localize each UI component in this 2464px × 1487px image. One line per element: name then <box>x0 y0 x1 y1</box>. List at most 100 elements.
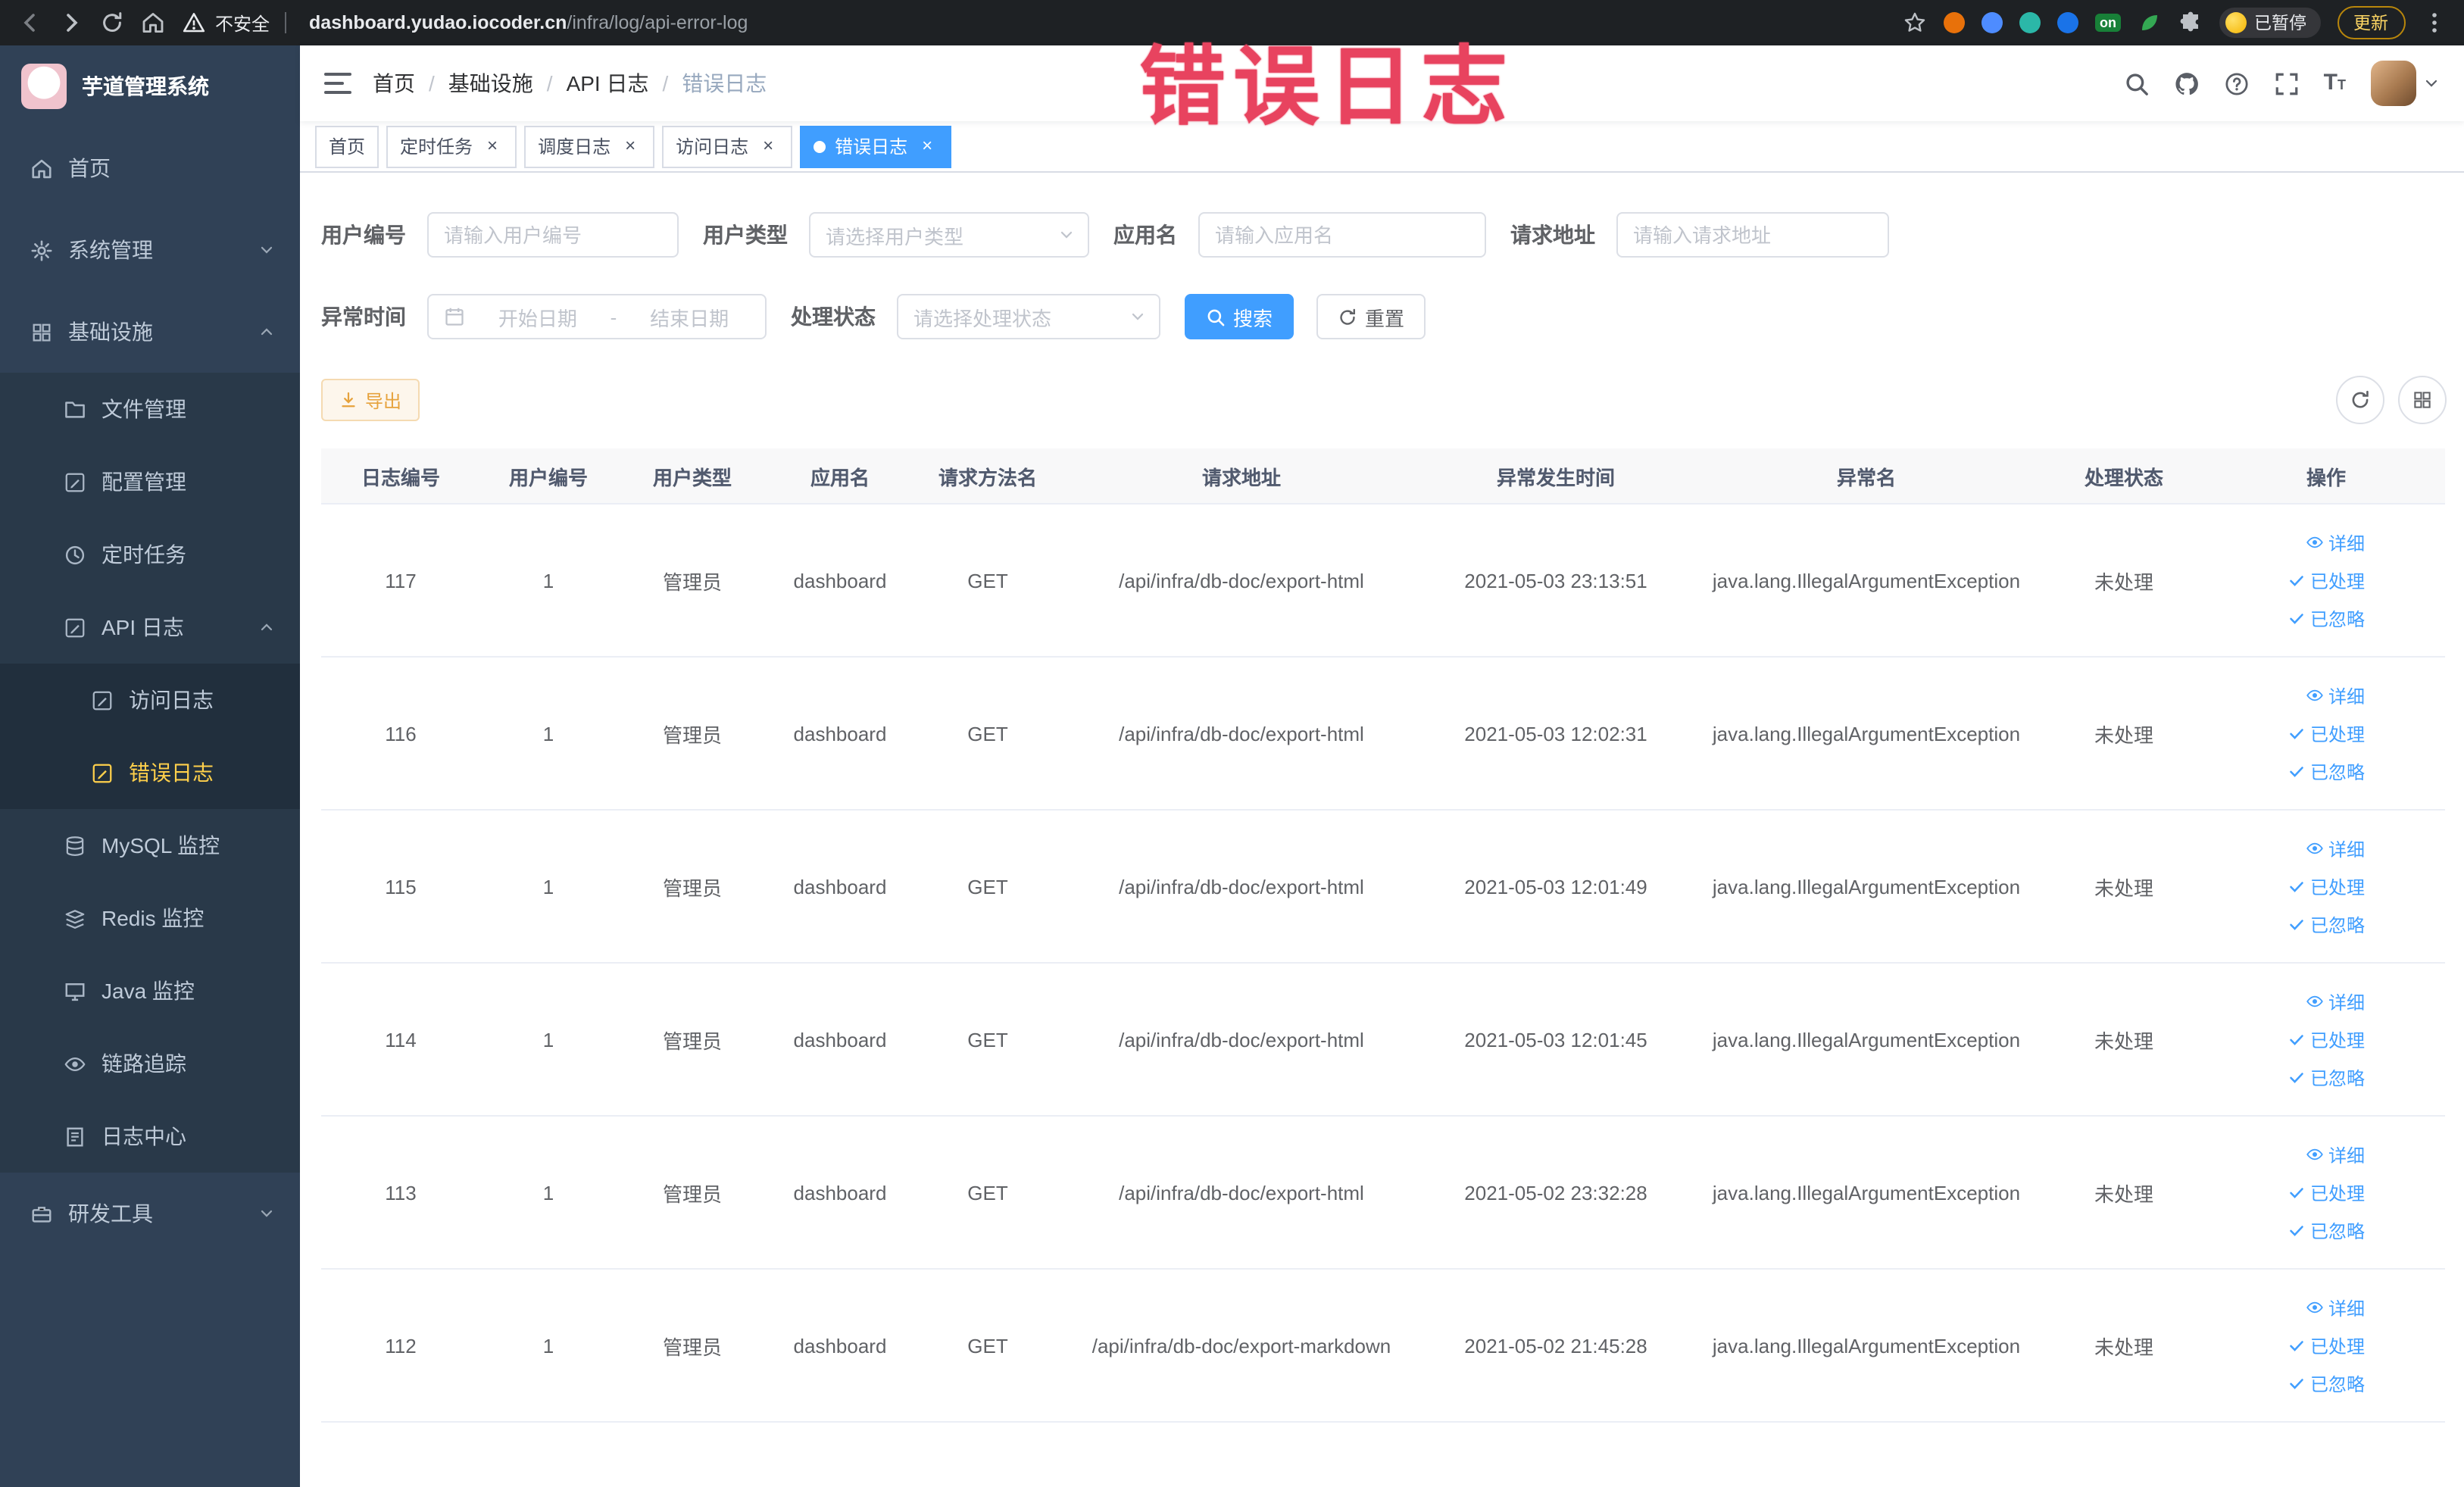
detail-link[interactable]: 详细 <box>2306 836 2365 861</box>
leaf-extension-icon[interactable] <box>2138 11 2162 35</box>
extension-icon-orange[interactable] <box>1944 12 1965 33</box>
address-bar[interactable]: dashboard.yudao.iocoder.cn/infra/log/api… <box>309 12 1886 33</box>
url-domain: dashboard.yudao.iocoder.cn <box>309 12 567 33</box>
mark-processed-link[interactable]: 已处理 <box>2288 1026 2365 1052</box>
close-icon[interactable] <box>482 136 503 157</box>
browser-menu-dots-icon[interactable] <box>2422 11 2446 35</box>
mark-processed-link[interactable]: 已处理 <box>2288 1179 2365 1205</box>
text-size-icon[interactable] <box>2324 71 2346 95</box>
mark-ignored-link[interactable]: 已忽略 <box>2288 605 2365 631</box>
paused-badge[interactable]: 已暂停 <box>2219 8 2320 38</box>
mark-ignored-link[interactable]: 已忽略 <box>2288 1370 2365 1396</box>
check-icon <box>2288 1336 2306 1354</box>
sidebar-item-access-logs[interactable]: 访问日志 <box>0 664 300 736</box>
sidebar-item-config-management[interactable]: 配置管理 <box>0 445 300 518</box>
mark-processed-link[interactable]: 已处理 <box>2288 567 2365 593</box>
mark-ignored-link[interactable]: 已忽略 <box>2288 1217 2365 1243</box>
browser-home-icon[interactable] <box>141 11 165 35</box>
export-button[interactable]: 导出 <box>321 379 420 421</box>
close-icon[interactable] <box>757 136 779 157</box>
sidebar-item-file-management[interactable]: 文件管理 <box>0 373 300 445</box>
cell-process-status: 未处理 <box>2041 504 2207 658</box>
logo[interactable]: 芋道管理系统 <box>0 45 300 127</box>
breadcrumb-home[interactable]: 首页 <box>373 68 435 98</box>
sidebar-item-link-tracing[interactable]: 链路追踪 <box>0 1027 300 1100</box>
process-status-select[interactable]: 请选择处理状态 <box>897 294 1160 339</box>
mark-processed-link[interactable]: 已处理 <box>2288 720 2365 746</box>
search-icon[interactable] <box>2124 70 2150 96</box>
extension-icon-blue[interactable] <box>1982 12 2003 33</box>
tab-home[interactable]: 首页 <box>315 125 379 167</box>
sidebar-item-java-monitor[interactable]: Java 监控 <box>0 954 300 1027</box>
extension-icon-teal[interactable] <box>2019 12 2041 33</box>
sidebar-item-scheduled-tasks[interactable]: 定时任务 <box>0 518 300 591</box>
user-id-input[interactable] <box>427 212 679 258</box>
bookmark-star-icon[interactable] <box>1903 11 1927 35</box>
mark-ignored-link[interactable]: 已忽略 <box>2288 758 2365 784</box>
detail-link[interactable]: 详细 <box>2306 1142 2365 1167</box>
sidebar-item-system-management[interactable]: 系统管理 <box>0 209 300 291</box>
extensions-puzzle-icon[interactable] <box>2178 11 2203 35</box>
refresh-table-button[interactable] <box>2335 376 2384 424</box>
detail-link[interactable]: 详细 <box>2306 1295 2365 1320</box>
table-row: 112 1 管理员 dashboard GET /api/infra/db-do… <box>321 1269 2445 1423</box>
cell-user-type: 管理员 <box>617 963 768 1117</box>
mark-processed-link[interactable]: 已处理 <box>2288 873 2365 899</box>
eye-icon <box>2306 686 2324 704</box>
eye-icon <box>2306 533 2324 551</box>
detail-link[interactable]: 详细 <box>2306 683 2365 708</box>
tab-scheduler-logs[interactable]: 调度日志 <box>524 125 655 167</box>
reset-button[interactable]: 重置 <box>1316 294 1426 339</box>
col-actions: 操作 <box>2207 448 2445 505</box>
col-app-name: 应用名 <box>768 448 912 505</box>
tab-access-logs[interactable]: 访问日志 <box>662 125 793 167</box>
cell-process-status: 未处理 <box>2041 810 2207 964</box>
user-menu[interactable] <box>2370 61 2440 106</box>
browser-update-button[interactable]: 更新 <box>2337 6 2405 39</box>
avatar <box>2370 61 2416 106</box>
help-icon[interactable] <box>2224 70 2250 96</box>
search-button[interactable]: 搜索 <box>1185 294 1294 339</box>
sidebar-item-dev-tools[interactable]: 研发工具 <box>0 1173 300 1254</box>
column-settings-button[interactable] <box>2397 376 2446 424</box>
eye-icon <box>64 1052 86 1075</box>
back-icon[interactable] <box>18 11 42 35</box>
extension-on-badge[interactable]: on <box>2095 14 2121 32</box>
app-name-input[interactable] <box>1198 212 1486 258</box>
cell-user-type: 管理员 <box>617 810 768 964</box>
check-icon <box>2288 762 2306 780</box>
breadcrumb-infrastructure[interactable]: 基础设施 <box>448 68 553 98</box>
sidebar-item-redis-monitor[interactable]: Redis 监控 <box>0 882 300 954</box>
mark-ignored-link[interactable]: 已忽略 <box>2288 1064 2365 1090</box>
sidebar-item-home[interactable]: 首页 <box>0 127 300 209</box>
close-icon[interactable] <box>620 136 641 157</box>
sidebar-item-log-center[interactable]: 日志中心 <box>0 1100 300 1173</box>
security-indicator[interactable]: 不安全 <box>182 10 292 36</box>
sidebar-item-mysql-monitor[interactable]: MySQL 监控 <box>0 809 300 882</box>
request-url-input[interactable] <box>1616 212 1889 258</box>
chevron-up-icon <box>258 618 276 636</box>
mark-processed-link[interactable]: 已处理 <box>2288 1332 2365 1358</box>
log-file-icon <box>64 1125 86 1148</box>
fullscreen-icon[interactable] <box>2274 70 2300 96</box>
sidebar-item-infrastructure[interactable]: 基础设施 <box>0 291 300 373</box>
tab-error-logs[interactable]: 错误日志 <box>800 125 952 167</box>
detail-link[interactable]: 详细 <box>2306 530 2365 555</box>
detail-link[interactable]: 详细 <box>2306 989 2365 1014</box>
github-icon[interactable] <box>2174 70 2200 96</box>
breadcrumb-api-logs[interactable]: API 日志 <box>567 68 669 98</box>
user-type-select[interactable]: 请选择用户类型 <box>809 212 1089 258</box>
hamburger-icon[interactable] <box>324 73 351 94</box>
date-range-picker[interactable]: 开始日期 - 结束日期 <box>427 294 767 339</box>
forward-icon[interactable] <box>59 11 83 35</box>
close-icon[interactable] <box>917 136 938 157</box>
mark-ignored-link[interactable]: 已忽略 <box>2288 911 2365 937</box>
reload-icon[interactable] <box>100 11 124 35</box>
extension-icon-darkblue[interactable] <box>2057 12 2078 33</box>
table-row: 113 1 管理员 dashboard GET /api/infra/db-do… <box>321 1116 2445 1270</box>
columns-grid-icon <box>2411 389 2432 411</box>
tab-scheduled-tasks[interactable]: 定时任务 <box>386 125 517 167</box>
sidebar-item-error-logs[interactable]: 错误日志 <box>0 736 300 809</box>
sidebar-item-api-logs[interactable]: API 日志 <box>0 591 300 664</box>
breadcrumb: 首页 基础设施 API 日志 错误日志 <box>373 68 767 98</box>
